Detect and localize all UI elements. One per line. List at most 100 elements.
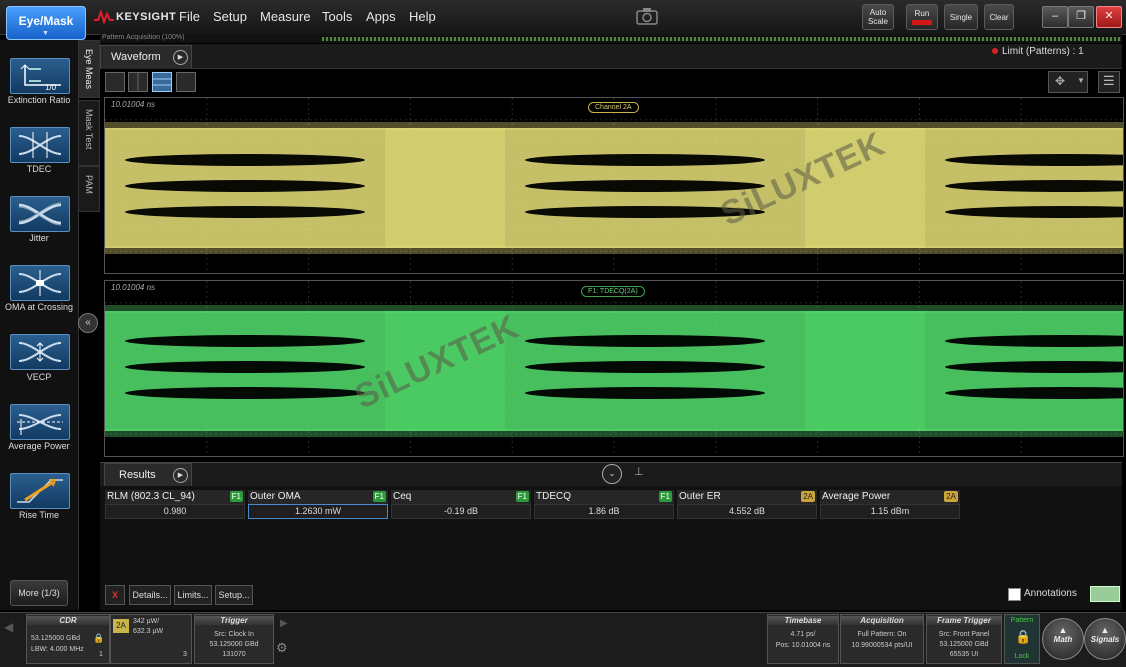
acquisition-title: Acquisition [841,616,923,625]
minimize-button[interactable]: – [1042,6,1068,28]
tab-eye-meas[interactable]: Eye Meas [78,40,100,98]
channel-2a-eye-diagram[interactable]: 10.01004 ns Channel 2A SiLUXTEK [104,97,1124,274]
measurement-cell[interactable]: TDECQ F1 1.86 dB [534,490,674,519]
vecp-button[interactable] [10,334,70,370]
annotations-checkbox[interactable] [1008,588,1021,601]
tab-waveform[interactable]: Waveform ▶ [100,45,192,69]
tab-results[interactable]: Results ▶ [104,463,192,487]
frame-trigger-panel[interactable]: Frame Trigger Src: Front Panel 53.125000… [926,614,1002,664]
tab-pam[interactable]: PAM [78,166,100,212]
gear-icon[interactable]: ⚙ [276,640,288,656]
tdec-button[interactable] [10,127,70,163]
timebase-position: Pos: 10.01004 ns [775,642,831,649]
eye-opening [525,361,765,373]
oma-crossing-button[interactable] [10,265,70,301]
menu-apps[interactable]: Apps [366,9,396,24]
pan-zoom-tool[interactable]: ✥ ▼ [1048,71,1088,93]
play-icon[interactable]: ▶ [173,468,188,483]
plot-timestamp: 10.01004 ns [111,100,156,109]
jitter-button[interactable] [10,196,70,232]
menu-help[interactable]: Help [409,9,436,24]
source-badge: F1 [372,491,386,502]
average-power-icon [17,414,63,435]
trigger-panel[interactable]: Trigger Src: Clock In 53.125000 GBd 1310… [194,614,274,664]
frame-trigger-length: 65535 UI [949,651,979,658]
oma-crossing-icon [18,270,62,296]
layout-stacked-icon[interactable] [152,72,172,92]
run-indicator [912,20,932,25]
layout-split-icon[interactable] [128,72,148,92]
measurement-cell[interactable]: Ceq F1 -0.19 dB [391,490,531,519]
close-icon: ✕ [1104,10,1114,22]
close-button[interactable]: ✕ [1096,6,1122,28]
chevron-left-icon[interactable]: ◀ [4,620,13,634]
camera-icon[interactable] [636,7,658,25]
hamburger-menu-button[interactable]: ☰ [1098,71,1120,93]
frame-trigger-rate: 53.125000 GBd [939,641,989,648]
measurement-name: Ceq [393,491,412,502]
trigger-title: Trigger [195,616,273,625]
pattern-lock-panel[interactable]: Pattern 🔒 Lock [1004,614,1040,664]
lock-icon: 🔒 [93,633,105,643]
measurement-value: -0.19 dB [391,504,531,519]
delete-measurements-button[interactable]: X [105,585,125,605]
cdr-panel[interactable]: CDR 53.125000 GBd LBW: 4.000 MHz 🔒 1 [26,614,110,664]
acquisition-panel[interactable]: Acquisition Full Pattern: On 10.99000534… [840,614,924,664]
rise-time-button[interactable] [10,473,70,509]
average-power-label: Average Power [8,441,70,451]
measurement-cell[interactable]: Outer ER 2A 4.552 dB [677,490,817,519]
tab-mask-test[interactable]: Mask Test [78,100,100,166]
eye-opening [125,361,365,373]
eye-mask-button[interactable]: Eye/Mask ▼ [6,6,86,40]
extinction-ratio-button[interactable]: 1/0 [10,58,70,94]
layout-quad-icon[interactable] [176,72,196,92]
menu-measure[interactable]: Measure [260,9,311,24]
average-power-button[interactable] [10,404,70,440]
run-button[interactable]: Run [906,4,938,30]
restore-button[interactable]: ❐ [1068,6,1094,28]
measurement-cell[interactable]: Outer OMA F1 1.2630 mW [248,490,388,519]
single-button[interactable]: Single [944,4,978,30]
chevron-right-icon[interactable]: ▶ [280,618,288,629]
measurement-value: 1.15 dBm [820,504,960,519]
tdecq-eye-diagram[interactable]: 10.01004 ns F1: TDECQ(2A) SiLUXTEK [104,280,1124,457]
measurement-cell[interactable]: Average Power 2A 1.15 dBm [820,490,960,519]
oma-crossing-label: OMA at Crossing [4,302,74,312]
setup-button[interactable]: Setup... [215,585,253,605]
tab-eye-meas-label: Eye Meas [84,49,94,90]
waveform-header [100,44,1122,69]
auto-scale-button[interactable]: Auto Scale [862,4,894,30]
eye-crossing [385,128,505,248]
signals-button[interactable]: ▲ Signals [1084,618,1126,660]
source-badge: 2A [944,491,958,502]
menu-tools[interactable]: Tools [322,9,352,24]
trigger-rate: 53.125000 GBd [209,641,259,648]
annotation-color-button[interactable] [1090,586,1120,602]
source-badge: F1 [229,491,243,502]
channel-badge: 2A [113,619,129,633]
eye-bottom-edge [105,429,1123,437]
clear-button[interactable]: Clear [984,4,1014,30]
measurement-value: 4.552 dB [677,504,817,519]
details-button[interactable]: Details... [129,585,171,605]
function-label: F1: TDECQ(2A) [581,286,645,297]
menu-setup[interactable]: Setup [213,9,247,24]
pattern-lock-top: Pattern [1010,617,1034,624]
collapse-results-button[interactable]: ⌄ [602,464,622,484]
signals-label: Signals [1090,635,1120,644]
more-measurements-button[interactable]: More (1/3) [10,580,68,606]
pin-icon[interactable]: ⊥ [634,465,644,478]
trigger-pattern-length: 131070 [222,651,246,658]
collapse-panel-button[interactable]: « [78,313,98,333]
layout-single-icon[interactable] [105,72,125,92]
measurement-cell[interactable]: RLM (802.3 CL_94) F1 0.980 [105,490,245,519]
eye-diagram-svg [105,281,1123,456]
channel-2a-panel[interactable]: 2A 342 µW/ 632.3 µW 3 [110,614,192,664]
limits-button[interactable]: Limits... [174,585,212,605]
auto-scale-label: Auto Scale [867,8,888,26]
timebase-panel[interactable]: Timebase 4.71 ps/ Pos: 10.01004 ns [767,614,839,664]
limit-status: Limit (Patterns) : 1 [992,46,1084,57]
math-button[interactable]: ▲ Math [1042,618,1084,660]
play-icon[interactable]: ▶ [173,50,188,65]
menu-file[interactable]: File [179,9,200,24]
